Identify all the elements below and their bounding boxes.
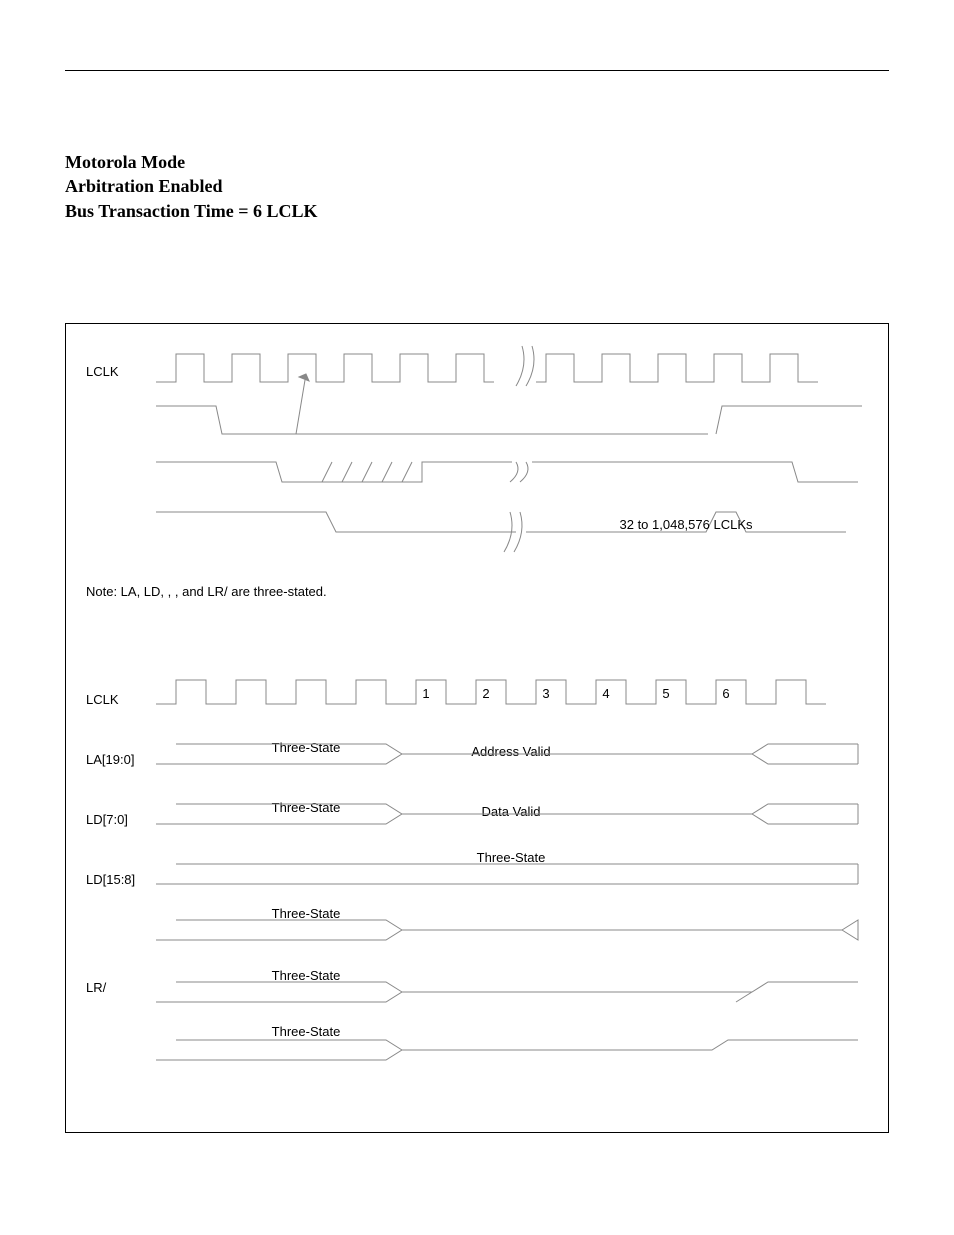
signal-label-ld158: LD[15:8] — [86, 872, 135, 887]
signal-label-lrw: LR/ — [86, 980, 106, 995]
signal-label-ld70: LD[7:0] — [86, 812, 128, 827]
signal-label-lclk-top: LCLK — [86, 364, 119, 379]
heading-line2: Arbitration Enabled — [65, 174, 317, 198]
tri-state-note: Note: LA, LD, , , and LR/ are three-stat… — [86, 584, 327, 599]
bottom-waveforms — [156, 664, 876, 1094]
signal-label-la: LA[19:0] — [86, 752, 134, 767]
clk-range-label: 32 to 1,048,576 LCLKs — [620, 517, 753, 532]
top-waveforms — [156, 334, 876, 554]
heading-line3: Bus Transaction Time = 6 LCLK — [65, 199, 317, 223]
heading-line1: Motorola Mode — [65, 150, 317, 174]
timing-diagram-container: LCLK — [65, 323, 889, 1133]
signal-label-lclk: LCLK — [86, 692, 119, 707]
